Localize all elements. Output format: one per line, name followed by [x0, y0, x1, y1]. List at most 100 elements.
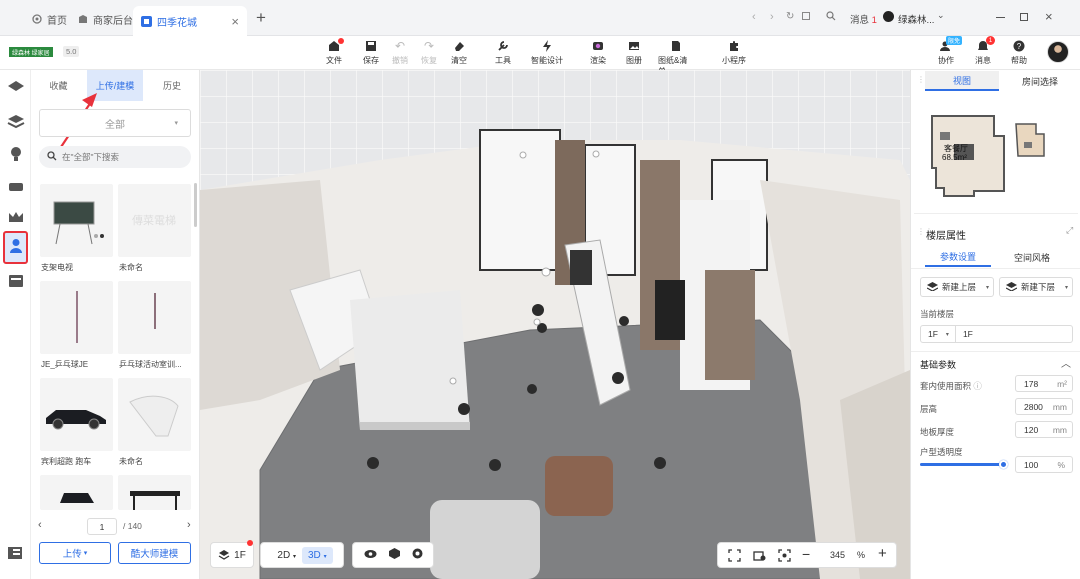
store-icon — [78, 14, 88, 24]
collab-button[interactable]: 协作 限免 — [930, 36, 962, 66]
tab-project[interactable]: 四季花城 × — [133, 6, 247, 36]
mode-2d-button[interactable]: 2D ▾ — [271, 547, 302, 564]
3d-viewport[interactable]: 1F 2D ▾ 3D ▾ − 345 % + — [200, 70, 910, 579]
app-icon — [141, 15, 152, 27]
new-tab-button[interactable]: + — [256, 8, 266, 28]
home-icon — [32, 14, 42, 24]
smart-design-button[interactable]: 智能设计 — [531, 39, 563, 66]
mini-program-button[interactable]: 小程序 — [718, 39, 750, 66]
param-input-area[interactable]: 178 m² — [1015, 375, 1073, 392]
sidebar-collapse-icon[interactable] — [7, 545, 25, 563]
tab-view[interactable]: 视图 — [925, 71, 999, 91]
mode-3d-button[interactable]: 3D ▾ — [302, 546, 333, 564]
user-name[interactable]: 绿森林... — [898, 12, 934, 26]
expand-icon[interactable]: ⤢ — [1066, 225, 1073, 236]
new-upper-floor-button[interactable]: 新建上层 ▾ — [920, 277, 994, 297]
user-profile-avatar[interactable] — [1047, 41, 1069, 63]
user-avatar[interactable] — [883, 11, 894, 22]
clear-button[interactable]: 清空 — [443, 39, 475, 66]
opacity-slider-fill — [920, 463, 1004, 466]
upload-category-button[interactable] — [3, 231, 28, 264]
tab-room-select[interactable]: 房间选择 — [1003, 71, 1077, 91]
mode-2d-label: 2D — [277, 549, 291, 561]
list-scrollbar[interactable] — [194, 183, 197, 227]
layers-icon[interactable] — [7, 112, 25, 130]
model-thumbnail[interactable]: 傳菜電梯 — [118, 184, 191, 257]
floorplan-icon[interactable] — [7, 77, 25, 95]
album-icon — [627, 39, 641, 53]
tab-home[interactable]: 首页 — [32, 6, 67, 32]
collapse-icon[interactable]: ︿ — [1061, 355, 1071, 370]
help-button[interactable]: ? 帮助 — [1003, 39, 1035, 66]
copy-icon[interactable] — [802, 12, 810, 20]
user-model-icon — [9, 238, 23, 257]
section-title: 楼层属性 — [926, 231, 966, 242]
tab-space-style[interactable]: 空间风格 — [999, 247, 1065, 267]
page-input[interactable]: 1 — [87, 518, 117, 535]
tab-merchant[interactable]: 商家后台 — [78, 6, 133, 32]
close-window-icon[interactable]: × — [1045, 9, 1053, 24]
save-button[interactable]: 保存 — [355, 39, 387, 66]
floor-minimap[interactable]: 客餐厅 68.5m² — [914, 94, 1078, 214]
tab-history[interactable]: 历史 — [144, 70, 200, 101]
render-button[interactable]: 渲染 — [582, 39, 614, 66]
center-view-icon[interactable] — [778, 549, 791, 565]
page-next-icon[interactable]: › — [187, 519, 191, 531]
file-notification-dot — [338, 38, 344, 44]
zoom-out-button[interactable]: − — [802, 546, 810, 562]
model-thumbnail[interactable] — [40, 475, 113, 510]
settings-view-icon[interactable] — [753, 549, 766, 565]
opacity-slider-knob[interactable] — [999, 460, 1008, 469]
refresh-icon[interactable]: ↻ — [786, 11, 794, 22]
cube-icon[interactable] — [388, 548, 400, 562]
lightbulb-icon[interactable] — [7, 145, 25, 163]
opacity-input[interactable]: 100 % — [1015, 456, 1073, 473]
eye-icon[interactable] — [364, 549, 377, 562]
messages-label: 消息 — [975, 56, 991, 65]
crown-icon[interactable] — [7, 208, 25, 226]
nav-forward-icon[interactable]: › — [770, 11, 774, 23]
category-filter-select[interactable]: 全部 ▾ — [39, 109, 191, 137]
message-link[interactable]: 消息 1 — [850, 12, 877, 26]
opacity-slider[interactable] — [920, 460, 1008, 469]
album-button[interactable]: 图册 — [618, 39, 650, 66]
param-input-height[interactable]: 2800 mm — [1015, 398, 1073, 415]
new-lower-floor-button[interactable]: 新建下层 ▾ — [999, 277, 1073, 297]
page-prev-icon[interactable]: ‹ — [38, 519, 42, 531]
chevron-down-icon[interactable]: ⌄ — [937, 10, 945, 21]
model-thumbnail[interactable] — [40, 378, 113, 451]
maximize-icon[interactable] — [1020, 13, 1028, 21]
model-label: 未命名 — [119, 263, 143, 272]
sofa-icon[interactable] — [7, 177, 25, 195]
current-floor-field[interactable]: 1F ▾ 1F — [920, 325, 1073, 343]
nav-back-icon[interactable]: ‹ — [752, 11, 756, 23]
tab-params[interactable]: 参数设置 — [925, 247, 991, 267]
undo-button[interactable]: ↶ 撤销 — [384, 39, 416, 66]
tools-button[interactable]: 工具 — [487, 39, 519, 66]
fit-view-icon[interactable] — [728, 549, 741, 565]
wrench-icon — [496, 39, 510, 53]
zoom-value[interactable]: 345 — [830, 550, 845, 560]
messages-button[interactable]: 消息 1 — [967, 36, 999, 66]
close-tab-icon[interactable]: × — [231, 14, 239, 29]
view-mode-switch: 2D ▾ 3D ▾ — [260, 542, 344, 568]
master-modeling-button[interactable]: 酷大师建模 — [118, 542, 191, 564]
left-category-rail — [0, 70, 31, 579]
file-button[interactable]: 文件 — [318, 38, 350, 66]
model-thumbnail[interactable] — [40, 184, 113, 257]
search-icon[interactable] — [826, 11, 836, 24]
floor-switch-button[interactable]: 1F — [210, 540, 254, 568]
minimize-icon[interactable] — [996, 17, 1005, 18]
model-search-input[interactable]: 在"全部"下搜索 — [39, 146, 191, 168]
zoom-in-button[interactable]: + — [878, 545, 887, 562]
model-thumbnail[interactable] — [118, 475, 191, 510]
redo-button[interactable]: ↷ 恢复 — [413, 39, 445, 66]
model-thumbnail[interactable] — [118, 378, 191, 451]
compass-icon[interactable] — [412, 548, 423, 562]
layers-up-icon — [926, 281, 939, 293]
cabinet-icon[interactable] — [7, 272, 25, 290]
param-input-floor-thickness[interactable]: 120 mm — [1015, 421, 1073, 438]
model-thumbnail[interactable] — [40, 281, 113, 354]
upload-button[interactable]: 上传 ▾ — [39, 542, 111, 564]
model-thumbnail[interactable] — [118, 281, 191, 354]
